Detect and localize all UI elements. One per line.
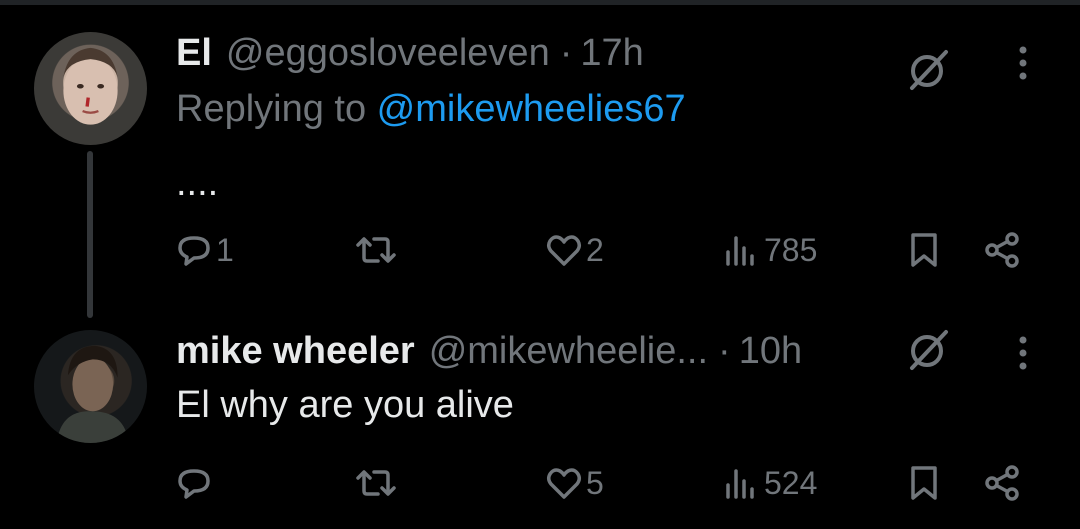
reply-count: 1 xyxy=(216,231,234,268)
tweet-text: .... xyxy=(176,162,219,204)
reply-icon xyxy=(178,236,210,266)
bookmark-button[interactable] xyxy=(904,458,944,508)
timestamp[interactable]: 17h xyxy=(580,32,643,75)
more-icon[interactable] xyxy=(1008,328,1038,378)
action-bar: 5 524 xyxy=(0,458,1080,508)
like-count: 5 xyxy=(586,464,604,501)
views-button[interactable]: 785 xyxy=(722,225,817,275)
retweet-icon xyxy=(356,470,396,496)
action-bar: 1 2 785 xyxy=(0,225,1080,275)
views-count: 524 xyxy=(764,464,818,501)
retweet-button[interactable] xyxy=(356,458,398,508)
views-icon xyxy=(726,469,754,499)
replying-to-prefix: Replying to xyxy=(176,88,377,130)
tweet-text: El why are you alive xyxy=(176,384,514,426)
bookmark-icon xyxy=(911,466,937,500)
views-button[interactable]: 524 xyxy=(722,458,817,508)
grok-icon[interactable] xyxy=(902,46,952,96)
like-button[interactable]: 5 xyxy=(544,458,604,508)
like-icon xyxy=(546,235,582,266)
share-button[interactable] xyxy=(982,458,1022,508)
bookmark-icon xyxy=(911,233,937,267)
replying-to-mention[interactable]: @mikewheelies67 xyxy=(377,88,686,130)
display-name[interactable]: mike wheeler xyxy=(176,330,415,373)
views-count: 785 xyxy=(764,231,818,268)
separator-dot: · xyxy=(559,32,573,74)
retweet-button[interactable] xyxy=(356,225,398,275)
views-icon xyxy=(726,236,754,266)
tweet-mike[interactable]: mike wheeler @mikewheelie... · 10h El wh… xyxy=(0,318,1080,523)
retweet-icon xyxy=(356,237,396,263)
share-icon xyxy=(985,465,1019,501)
avatar[interactable] xyxy=(34,330,147,443)
display-name[interactable]: El xyxy=(176,32,212,75)
like-icon xyxy=(546,468,582,499)
like-button[interactable]: 2 xyxy=(544,225,604,275)
user-handle[interactable]: @eggosloveeleven xyxy=(226,32,550,75)
timestamp[interactable]: 10h xyxy=(739,330,802,373)
tweet-el[interactable]: El @eggosloveeleven · 17h Replying to @m… xyxy=(0,18,1080,318)
separator-dot: · xyxy=(718,330,731,372)
bookmark-button[interactable] xyxy=(904,225,944,275)
reply-icon xyxy=(178,469,210,499)
share-button[interactable] xyxy=(982,225,1022,275)
replying-to: Replying to @mikewheelies67 xyxy=(176,88,686,131)
more-icon[interactable] xyxy=(1008,38,1038,88)
top-divider xyxy=(0,0,1080,5)
user-handle[interactable]: @mikewheelie... xyxy=(429,330,708,373)
like-count: 2 xyxy=(586,231,604,268)
tweet-header: mike wheeler @mikewheelie... · 10h xyxy=(176,330,802,373)
reply-button[interactable] xyxy=(174,458,216,508)
grok-icon[interactable] xyxy=(902,326,952,376)
tweet-header: El @eggosloveeleven · 17h xyxy=(176,32,644,75)
share-icon xyxy=(985,232,1019,268)
avatar[interactable] xyxy=(34,32,147,145)
reply-button[interactable]: 1 xyxy=(174,225,234,275)
